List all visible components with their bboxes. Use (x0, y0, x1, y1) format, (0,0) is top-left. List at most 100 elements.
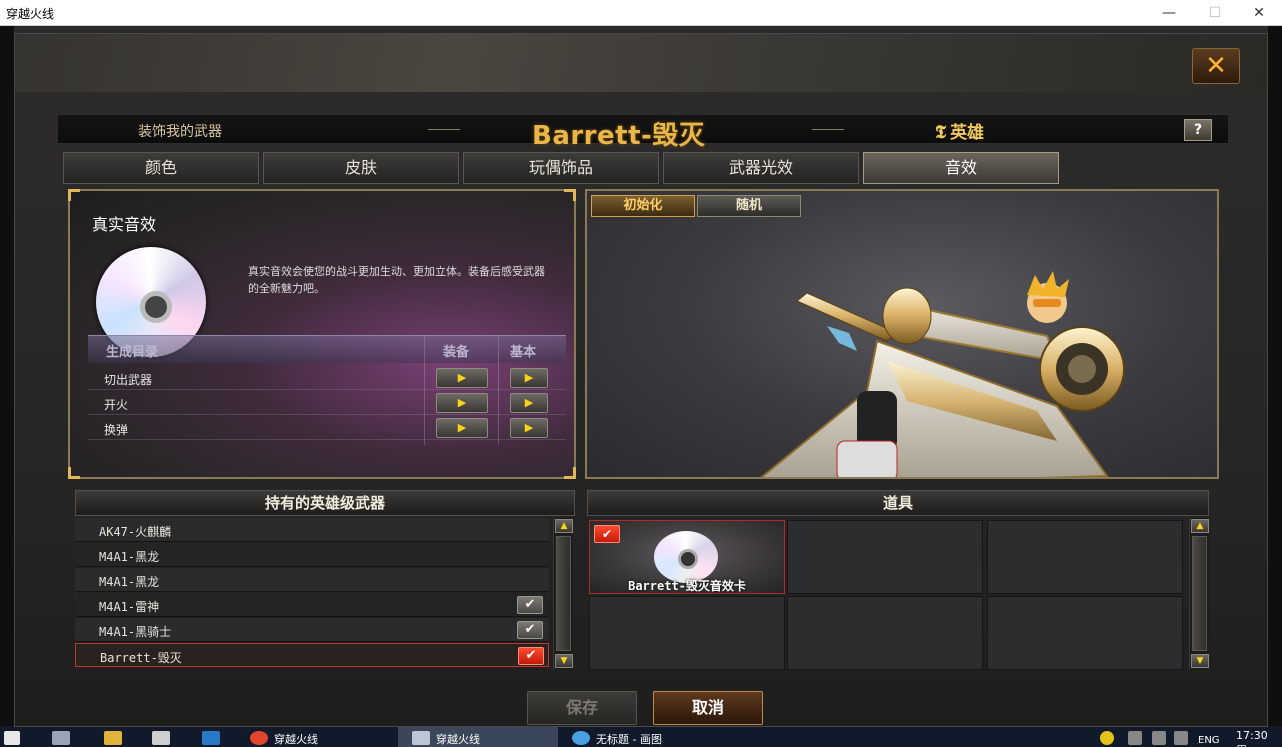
empty-item-slot[interactable] (987, 596, 1183, 670)
item-card[interactable]: ✔ Barrett-毁灭音效卡 (589, 520, 785, 594)
mail-icon[interactable] (202, 731, 220, 745)
play-basic-button[interactable]: ▶ (510, 368, 548, 388)
weapon-list-item[interactable]: M4A1-黑龙 (75, 568, 549, 592)
equipped-check-icon: ✔ (517, 596, 543, 614)
play-equip-button[interactable]: ▶ (436, 393, 488, 413)
empty-item-slot[interactable] (589, 596, 785, 670)
sound-row-draw: 切出武器 ▶ ▶ (88, 365, 566, 390)
tab-color[interactable]: 颜色 (63, 152, 259, 184)
weapon-list-item[interactable]: M4A1-黑龙 (75, 543, 549, 567)
weapon-label: Barrett-毁灭 (100, 651, 182, 665)
weapon-decoration-dialog: ✕ 装饰我的武器 Barrett-毁灭 𝕿 英雄 ? 颜色 皮肤 玩偶饰品 武器光… (14, 33, 1268, 727)
help-button[interactable]: ? (1184, 119, 1212, 141)
weapon-list-item-selected[interactable]: Barrett-毁灭 ✔ (75, 643, 549, 667)
owned-weapons-header: 持有的英雄级武器 (75, 490, 575, 516)
items-grid: ✔ Barrett-毁灭音效卡 (587, 518, 1185, 672)
decorate-weapon-label: 装饰我的武器 (138, 124, 222, 140)
scroll-down-arrow-icon[interactable]: ▼ (555, 654, 573, 668)
col-equip-header: 装备 (443, 345, 470, 360)
tab-doll-ornament[interactable]: 玩偶饰品 (463, 152, 659, 184)
empty-item-slot[interactable] (787, 520, 983, 594)
save-button[interactable]: 保存 (527, 691, 637, 725)
scroll-thumb[interactable] (556, 536, 571, 651)
volume-icon[interactable] (1174, 731, 1188, 745)
crossfire-icon[interactable] (250, 731, 268, 745)
sound-panel-title: 真实音效 (92, 215, 157, 234)
scroll-thumb[interactable] (1192, 536, 1207, 651)
sound-panel-description: 真实音效会使您的战斗更加生动、更加立体。装备后感受武器的全新魅力吧。 (248, 265, 545, 295)
sound-table-header: 生成目录 装备 基本 (88, 335, 566, 363)
taskbar-clock[interactable]: 17:30 周 (1236, 729, 1282, 747)
hero-badge: 𝕿 英雄 (935, 118, 984, 143)
item-check-icon: ✔ (594, 525, 620, 543)
windows-taskbar: 穿越火线 穿越火线 无标题 - 画图 ENG 17:30 周 (0, 727, 1282, 747)
input-language[interactable]: ENG (1198, 735, 1220, 746)
hero-icon: 𝕿 (935, 122, 947, 143)
sound-row-label: 开火 (104, 398, 129, 412)
selected-check-icon: ✔ (518, 647, 544, 665)
tray-icon[interactable] (1100, 731, 1114, 745)
frame-left (0, 26, 14, 726)
taskbar-app[interactable]: 无标题 - 画图 (596, 727, 662, 747)
taskbar-app[interactable]: 穿越火线 (274, 727, 318, 747)
tab-skin[interactable]: 皮肤 (263, 152, 459, 184)
frame-corner (68, 189, 80, 201)
hero-label: 英雄 (950, 123, 985, 143)
game-window-icon (412, 731, 430, 745)
maximize-button[interactable]: ☐ (1192, 0, 1238, 26)
dialog-close-button[interactable]: ✕ (1192, 48, 1240, 84)
window-title: 穿越火线 (6, 7, 55, 21)
equipped-check-icon: ✔ (517, 621, 543, 639)
weapon-title: Barrett-毁灭 (532, 121, 706, 151)
sound-row-reload: 换弹 ▶ ▶ (88, 415, 566, 440)
items-panel: 道具 ✔ Barrett-毁灭音效卡 ▲ ▼ (587, 490, 1211, 674)
barrett-rifle-preview (760, 271, 1125, 477)
dialog-header: 装饰我的武器 Barrett-毁灭 𝕿 英雄 ? (57, 114, 1229, 151)
sound-row-fire: 开火 ▶ ▶ (88, 390, 566, 415)
weapon-preview-panel[interactable]: 初始化 随机 (585, 189, 1219, 479)
window-close-button[interactable]: ✕ (1236, 0, 1282, 26)
items-scrollbar[interactable]: ▲ ▼ (1189, 518, 1209, 670)
owned-weapons-list: AK47-火麒麟 M4A1-黑龙 M4A1-黑龙 M4A1-雷神 ✔ M4A1-… (75, 518, 551, 670)
taskbar-app[interactable]: 穿越火线 (436, 727, 480, 747)
dialog-top-bar (15, 34, 1267, 92)
weapon-label: M4A1-雷神 (99, 600, 160, 614)
task-view-icon[interactable] (52, 731, 70, 745)
frame-corner (564, 467, 576, 479)
minimize-button[interactable]: — (1146, 0, 1192, 26)
network-icon[interactable] (1152, 731, 1166, 745)
paint-icon[interactable] (572, 731, 590, 745)
scroll-up-arrow-icon[interactable]: ▲ (1191, 519, 1209, 533)
items-header: 道具 (587, 490, 1209, 516)
play-basic-button[interactable]: ▶ (510, 393, 548, 413)
tab-bar: 颜色 皮肤 玩偶饰品 武器光效 音效 (63, 152, 1063, 184)
sound-card-disc-icon (654, 531, 718, 583)
weapon-list-item[interactable]: M4A1-雷神 ✔ (75, 593, 549, 617)
cancel-button[interactable]: 取消 (653, 691, 763, 725)
play-equip-button[interactable]: ▶ (436, 368, 488, 388)
weapon-list-item[interactable]: AK47-火麒麟 (75, 518, 549, 542)
weapon-label: M4A1-黑龙 (99, 575, 160, 589)
tab-weapon-glow[interactable]: 武器光效 (663, 152, 859, 184)
header-divider-right (812, 129, 844, 130)
file-explorer-icon[interactable] (104, 731, 122, 745)
scroll-down-arrow-icon[interactable]: ▼ (1191, 654, 1209, 668)
store-icon[interactable] (152, 731, 170, 745)
empty-item-slot[interactable] (787, 596, 983, 670)
weapon-list-item[interactable]: M4A1-黑骑士 ✔ (75, 618, 549, 642)
item-card-label: Barrett-毁灭音效卡 (628, 579, 746, 593)
start-icon[interactable] (4, 731, 20, 745)
weapon-label: M4A1-黑骑士 (99, 625, 172, 639)
play-equip-button[interactable]: ▶ (436, 418, 488, 438)
tab-sound-effect[interactable]: 音效 (863, 152, 1059, 184)
scroll-up-arrow-icon[interactable]: ▲ (555, 519, 573, 533)
window-titlebar: 穿越火线 — ☐ ✕ (0, 0, 1282, 26)
frame-right (1268, 26, 1282, 726)
empty-item-slot[interactable] (987, 520, 1183, 594)
weapon-label: AK47-火麒麟 (99, 525, 172, 539)
owned-hero-weapons: 持有的英雄级武器 AK47-火麒麟 M4A1-黑龙 M4A1-黑龙 M4A1-雷… (75, 490, 575, 674)
tray-icon[interactable] (1128, 731, 1142, 745)
sound-row-label: 换弹 (104, 423, 129, 437)
play-basic-button[interactable]: ▶ (510, 418, 548, 438)
weapons-scrollbar[interactable]: ▲ ▼ (553, 518, 573, 670)
